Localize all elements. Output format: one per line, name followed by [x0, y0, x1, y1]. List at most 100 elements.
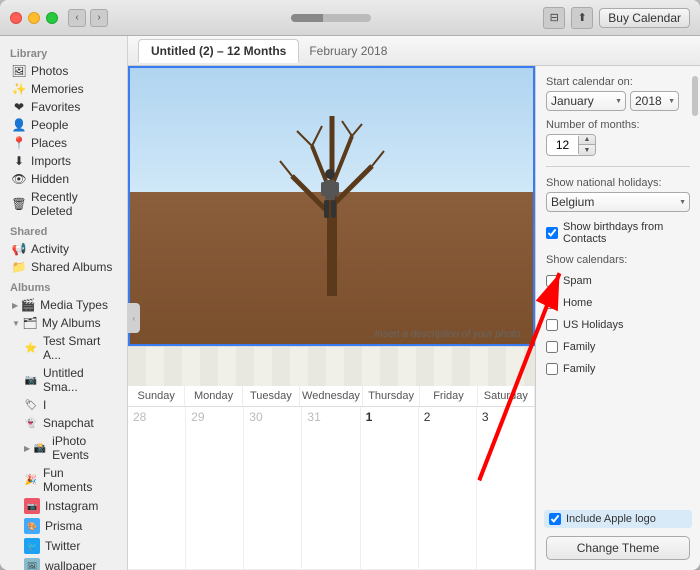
left-handle[interactable]: ‹ [128, 303, 140, 333]
start-calendar-row: Start calendar on: January February 2 [546, 76, 690, 111]
holidays-select[interactable]: Belgium United States United Kingdom [546, 192, 690, 212]
calendar-family1-checkbox[interactable] [546, 341, 558, 353]
sidebar-item-favorites[interactable]: ❤ Favorites [2, 98, 125, 116]
tab-date: February 2018 [309, 44, 387, 58]
maximize-button[interactable] [46, 12, 58, 24]
calendar-family2-checkbox[interactable] [546, 363, 558, 375]
sidebar-item-label: Untitled Sma... [43, 366, 115, 394]
tab-untitled[interactable]: Untitled (2) – 12 Months [138, 39, 299, 63]
scrollbar-indicator[interactable] [692, 76, 698, 116]
albums-section-label: Albums [0, 276, 127, 296]
back-button[interactable]: ‹ [68, 9, 86, 27]
sidebar-item-media-types[interactable]: ▶ 🎬 Media Types [2, 296, 125, 314]
day-header-thursday: Thursday [363, 386, 420, 406]
sidebar-item-i[interactable]: 🏷 I [2, 396, 125, 414]
sidebar-item-label: Recently Deleted [31, 190, 115, 218]
sidebar-toggle-button[interactable]: ⊟ [543, 7, 565, 29]
sidebar-item-photos[interactable]: 🖼 Photos [2, 62, 125, 80]
month-select-wrapper: January February [546, 91, 626, 111]
sidebar-item-label: Favorites [31, 100, 80, 114]
year-select[interactable]: 2018 [630, 91, 679, 111]
sidebar-item-prisma[interactable]: 🎨 Prisma [2, 516, 125, 536]
people-icon: 👤 [12, 118, 26, 132]
stepper-up-button[interactable]: ▲ [579, 135, 595, 145]
forward-button[interactable]: › [90, 9, 108, 27]
cal-day-29[interactable]: 29 [186, 407, 244, 569]
birthdays-checkbox-row: Show birthdays from Contacts [546, 220, 690, 246]
calendar-spam-label: Spam [563, 275, 592, 287]
shared-section-label: Shared [0, 220, 127, 240]
stepper-down-button[interactable]: ▼ [579, 145, 595, 155]
sidebar-item-memories[interactable]: ✨ Memories [2, 80, 125, 98]
sidebar-item-recently-deleted[interactable]: 🗑 Recently Deleted [2, 188, 125, 220]
birthdays-label: Show birthdays from Contacts [563, 221, 690, 245]
holidays-select-wrapper: Belgium United States United Kingdom [546, 192, 690, 212]
calendar-us-holidays-checkbox[interactable] [546, 319, 558, 331]
sidebar-item-shared-albums[interactable]: 📁 Shared Albums [2, 258, 125, 276]
change-theme-button[interactable]: Change Theme [546, 536, 690, 560]
person-figure [315, 168, 345, 228]
cal-day-3[interactable]: 3 [477, 407, 535, 569]
calendar-home-row: Home [546, 296, 690, 310]
sidebar-item-label: I [43, 398, 46, 412]
cal-day-31[interactable]: 31 [302, 407, 360, 569]
minimize-button[interactable] [28, 12, 40, 24]
sidebar-item-instagram[interactable]: 📷 Instagram [2, 496, 125, 516]
calendar-day-row: 28 29 30 31 1 2 3 [128, 407, 535, 570]
recently-deleted-icon: 🗑 [12, 197, 26, 211]
content-area: Untitled (2) – 12 Months February 2018 ‹ [128, 36, 700, 570]
sidebar-item-imports[interactable]: ⬇ Imports [2, 152, 125, 170]
calendar-page: ‹ [128, 66, 535, 570]
sidebar-item-iphoto-events[interactable]: ▶ 📸 iPhoto Events [2, 432, 125, 464]
num-months-stepper[interactable]: 12 ▲ ▼ [546, 134, 596, 156]
day-header-friday: Friday [420, 386, 477, 406]
cal-day-28[interactable]: 28 [128, 407, 186, 569]
cal-day-1[interactable]: 1 [361, 407, 419, 569]
birthdays-checkbox[interactable] [546, 227, 558, 239]
sidebar-item-twitter[interactable]: 🐦 Twitter [2, 536, 125, 556]
apple-logo-checkbox[interactable] [549, 513, 561, 525]
show-calendars-label: Show calendars: [546, 254, 690, 266]
sidebar-item-snapchat[interactable]: 👻 Snapchat [2, 414, 125, 432]
month-select[interactable]: January February [546, 91, 626, 111]
apple-logo-checkbox-row: Include Apple logo [544, 510, 692, 528]
sidebar-item-test-smart[interactable]: ⭐ Test Smart A... [2, 332, 125, 364]
calendar-strip [128, 346, 535, 386]
sidebar-item-places[interactable]: 📍 Places [2, 134, 125, 152]
calendar-header-row: Sunday Monday Tuesday Wednesday Thursday… [128, 386, 535, 407]
sidebar-item-label: People [31, 118, 68, 132]
cal-day-30[interactable]: 30 [244, 407, 302, 569]
sidebar-item-label: Test Smart A... [43, 334, 115, 362]
sidebar-item-hidden[interactable]: 👁 Hidden [2, 170, 125, 188]
prisma-icon: 🎨 [24, 518, 40, 534]
nav-buttons: ‹ › [68, 9, 108, 27]
sidebar-item-wallpaper[interactable]: 🖼 wallpaper [2, 556, 125, 570]
share-button[interactable]: ⬆ [571, 7, 593, 29]
calendar-home-label: Home [563, 297, 592, 309]
untitled-icon: 📷 [24, 373, 38, 387]
calendar-strip-inner [128, 347, 535, 386]
sidebar-item-label: Shared Albums [31, 260, 112, 274]
buy-calendar-button[interactable]: Buy Calendar [599, 8, 690, 28]
cal-day-2[interactable]: 2 [419, 407, 477, 569]
close-button[interactable] [10, 12, 22, 24]
settings-divider-1 [546, 166, 690, 167]
year-select-wrapper: 2018 [630, 91, 679, 111]
sidebar-item-label: Imports [31, 154, 71, 168]
sidebar-item-untitled-smart[interactable]: 📷 Untitled Sma... [2, 364, 125, 396]
favorites-icon: ❤ [12, 100, 26, 114]
calendar-home-checkbox[interactable] [546, 297, 558, 309]
progress-bar [291, 14, 371, 22]
sidebar-item-my-albums[interactable]: ▼ 🗂 My Albums [2, 314, 125, 332]
sidebar-item-label: Hidden [31, 172, 69, 186]
sidebar-item-fun-moments[interactable]: 🎉 Fun Moments [2, 464, 125, 496]
tab-bar: Untitled (2) – 12 Months February 2018 [128, 36, 700, 66]
sidebar-item-activity[interactable]: 📢 Activity [2, 240, 125, 258]
main-window: ‹ › ⊟ ⬆ Buy Calendar Library 🖼 Photos ✨ … [0, 0, 700, 570]
photo-caption: Insert a description of your photo. [375, 329, 523, 340]
photo-area[interactable]: Insert a description of your photo. [128, 66, 535, 346]
sidebar-item-label: Prisma [45, 519, 82, 533]
calendar-spam-checkbox[interactable] [546, 275, 558, 287]
library-section-label: Library [0, 42, 127, 62]
sidebar-item-people[interactable]: 👤 People [2, 116, 125, 134]
